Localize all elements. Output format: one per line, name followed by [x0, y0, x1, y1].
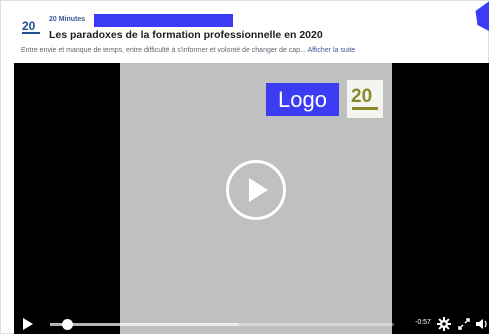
gear-icon[interactable]	[437, 317, 451, 331]
redacted-area	[94, 14, 233, 27]
post-header: 20 20 Minutes Les paradoxes de la format…	[1, 1, 489, 63]
progress-scrubber[interactable]	[62, 319, 74, 330]
time-remaining: -0:57	[415, 319, 431, 326]
page-name-link[interactable]: 20 Minutes	[49, 16, 85, 23]
see-more-link[interactable]: Afficher la suite	[307, 47, 355, 54]
video-player[interactable]: Logo 20 -0:57	[14, 63, 489, 334]
volume-icon[interactable]	[475, 317, 489, 331]
svg-text:20: 20	[22, 19, 36, 33]
post-description: Entre envie et manque de temps, entre di…	[21, 47, 355, 54]
svg-text:20: 20	[351, 86, 372, 107]
post-description-text: Entre envie et manque de temps, entre di…	[21, 47, 306, 54]
play-button[interactable]	[226, 160, 286, 220]
corner-badge-icon	[475, 1, 489, 32]
progress-bar[interactable]	[50, 323, 394, 326]
progress-buffered	[50, 323, 240, 326]
video-frame: Logo 20	[120, 63, 392, 334]
page-avatar[interactable]: 20	[21, 17, 41, 37]
post-title[interactable]: Les paradoxes de la formation profession…	[49, 29, 323, 41]
brand-logo-icon: 20	[347, 80, 383, 118]
video-controls: -0:57	[14, 313, 489, 334]
overlay-logo: Logo	[266, 83, 339, 116]
play-icon	[249, 178, 268, 202]
play-icon[interactable]	[23, 318, 33, 330]
video-post-card: 20 20 Minutes Les paradoxes de la format…	[0, 0, 489, 334]
fullscreen-icon[interactable]	[457, 317, 471, 331]
